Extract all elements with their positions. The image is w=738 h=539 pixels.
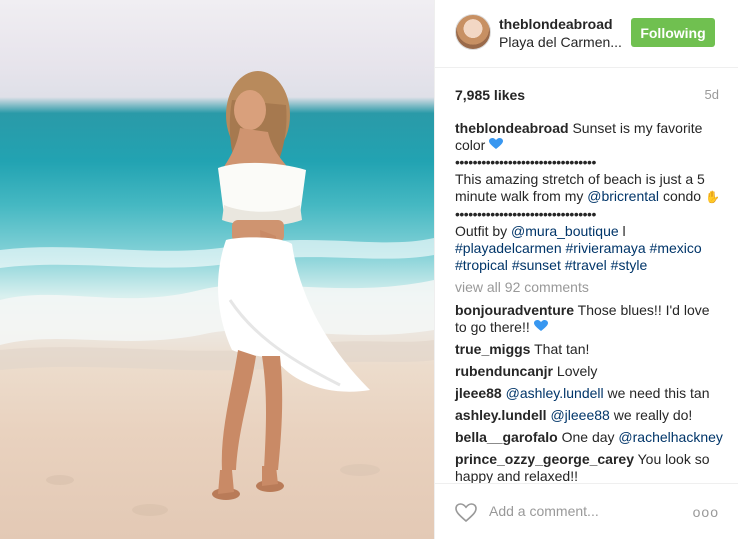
comment-text: we really do! bbox=[613, 407, 693, 423]
comment-text: One day bbox=[561, 429, 615, 445]
comment-username[interactable]: rubenduncanjr bbox=[455, 363, 553, 379]
blue-heart-icon bbox=[489, 137, 504, 153]
comment: ashley.lundell @jleee88 we really do! bbox=[455, 407, 723, 424]
comment-username[interactable]: jleee88 bbox=[455, 385, 502, 401]
hashtag-link[interactable]: #sunset bbox=[512, 257, 561, 273]
blue-heart-icon bbox=[533, 319, 548, 335]
comments-list: theblondeabroad Sunset is my favorite co… bbox=[455, 120, 723, 490]
post-footer: Add a comment... ooo bbox=[435, 483, 738, 539]
comment: bonjouradventure Those blues!! I'd love … bbox=[455, 302, 723, 336]
caption-line2: This amazing stretch of beach is just a … bbox=[455, 171, 720, 204]
caption: theblondeabroad Sunset is my favorite co… bbox=[455, 120, 723, 274]
comment: bella__garofalo One day @rachelhackney bbox=[455, 429, 723, 446]
like-heart-icon[interactable] bbox=[455, 503, 477, 523]
mention-link[interactable]: @jleee88 bbox=[550, 407, 609, 423]
caption-outfit: Outfit by @mura_boutique l #playadelcarm… bbox=[455, 223, 702, 273]
hashtag-link[interactable]: #rivieramaya bbox=[566, 240, 646, 256]
likes-count[interactable]: 7,985 likes bbox=[455, 87, 525, 103]
post-age[interactable]: 5d bbox=[705, 87, 719, 102]
comment-username[interactable]: bonjouradventure bbox=[455, 302, 574, 318]
comment-username[interactable]: true_miggs bbox=[455, 341, 530, 357]
comment: rubenduncanjr Lovely bbox=[455, 363, 723, 380]
avatar[interactable] bbox=[455, 14, 491, 50]
view-all-comments-link[interactable]: view all 92 comments bbox=[455, 279, 723, 296]
mention-link[interactable]: @rachelhackney bbox=[618, 429, 723, 445]
caption-username[interactable]: theblondeabroad bbox=[455, 120, 569, 136]
comment: true_miggs That tan! bbox=[455, 341, 723, 358]
hashtag-link[interactable]: #style bbox=[611, 257, 648, 273]
comment-text: we need this tan bbox=[607, 385, 710, 401]
hashtag-link[interactable]: #tropical bbox=[455, 257, 508, 273]
add-comment-input[interactable]: Add a comment... bbox=[489, 503, 599, 519]
caption-dots-1: •••••••••••••••••••••••••••••••• bbox=[455, 154, 596, 170]
caption-dots-2: •••••••••••••••••••••••••••••••• bbox=[455, 206, 596, 222]
following-button[interactable]: Following bbox=[631, 18, 715, 47]
hashtag-link[interactable]: #mexico bbox=[650, 240, 702, 256]
location-link[interactable]: Playa del Carmen... bbox=[499, 34, 622, 50]
hashtag-link[interactable]: #playadelcarmen bbox=[455, 240, 562, 256]
mention-link[interactable]: @ashley.lundell bbox=[506, 385, 604, 401]
more-options-button[interactable]: ooo bbox=[693, 504, 719, 520]
instagram-post: theblondeabroad Playa del Carmen... Foll… bbox=[0, 0, 738, 539]
likes-row: 7,985 likes 5d bbox=[455, 86, 719, 104]
post-sidebar: theblondeabroad Playa del Carmen... Foll… bbox=[434, 0, 738, 539]
mention-link[interactable]: @bricrental bbox=[587, 188, 659, 204]
comment-text: That tan! bbox=[534, 341, 590, 357]
comment: jleee88 @ashley.lundell we need this tan bbox=[455, 385, 723, 402]
comment-text: Lovely bbox=[556, 363, 598, 379]
post-header: theblondeabroad Playa del Carmen... Foll… bbox=[435, 0, 738, 68]
comment: prince_ozzy_george_carey You look so hap… bbox=[455, 451, 723, 485]
hashtag-link[interactable]: #travel bbox=[565, 257, 607, 273]
post-photo[interactable] bbox=[0, 0, 434, 539]
comment-username[interactable]: bella__garofalo bbox=[455, 429, 558, 445]
username-link[interactable]: theblondeabroad bbox=[499, 16, 613, 32]
mention-link[interactable]: @mura_boutique bbox=[511, 223, 619, 239]
beach-photo-illustration bbox=[0, 71, 434, 516]
comment-username[interactable]: prince_ozzy_george_carey bbox=[455, 451, 634, 467]
praying-hands-icon: ✋ bbox=[704, 190, 720, 204]
comment-username[interactable]: ashley.lundell bbox=[455, 407, 547, 423]
